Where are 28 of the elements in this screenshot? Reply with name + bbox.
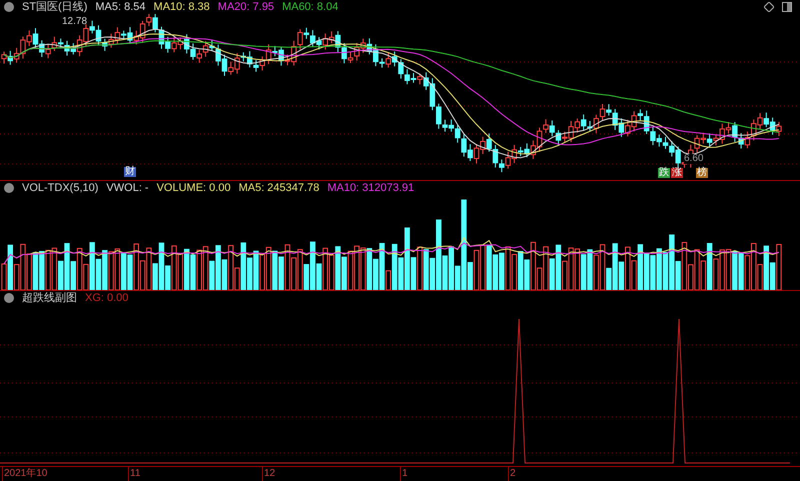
- axis-label: 2: [508, 467, 516, 481]
- indicator-reading: MA10: 312073.91: [327, 182, 414, 194]
- indicator-reading: VWOL: -: [106, 182, 149, 194]
- axis-label: 11: [128, 467, 140, 481]
- diamond-icon[interactable]: [764, 2, 774, 12]
- signal-badge: 榜: [696, 168, 708, 178]
- collapse-icon[interactable]: [4, 183, 14, 193]
- panel-title: VOL-TDX(5,10): [22, 182, 98, 194]
- panel-title: 超跌线副图: [22, 292, 77, 304]
- high-price-label: 12.78: [62, 15, 88, 29]
- indicator-reading: MA5: 8.54: [95, 2, 146, 12]
- indicator-reading: XG: 0.00: [85, 292, 128, 304]
- indicator-reading: MA10: 8.38: [154, 2, 210, 12]
- axis-label: 2021年10: [2, 467, 48, 481]
- low-price-label: 6.60: [684, 154, 704, 164]
- event-marker[interactable]: 财: [124, 167, 136, 177]
- window-icon[interactable]: [782, 2, 792, 12]
- indicator-reading: MA5: 245347.78: [238, 182, 320, 194]
- signal-badge: 跌: [658, 168, 670, 178]
- collapse-icon[interactable]: [4, 293, 14, 303]
- signal-badge: 涨: [671, 168, 683, 178]
- axis-label: 1: [400, 467, 408, 481]
- collapse-icon[interactable]: [4, 2, 14, 12]
- indicator-reading: MA60: 8.04: [282, 2, 338, 12]
- panel-title: ST国医(日线): [22, 2, 88, 12]
- axis-label: 12: [262, 467, 276, 481]
- indicator-reading: MA20: 7.95: [218, 2, 274, 12]
- indicator-reading: VOLUME: 0.00: [156, 182, 231, 194]
